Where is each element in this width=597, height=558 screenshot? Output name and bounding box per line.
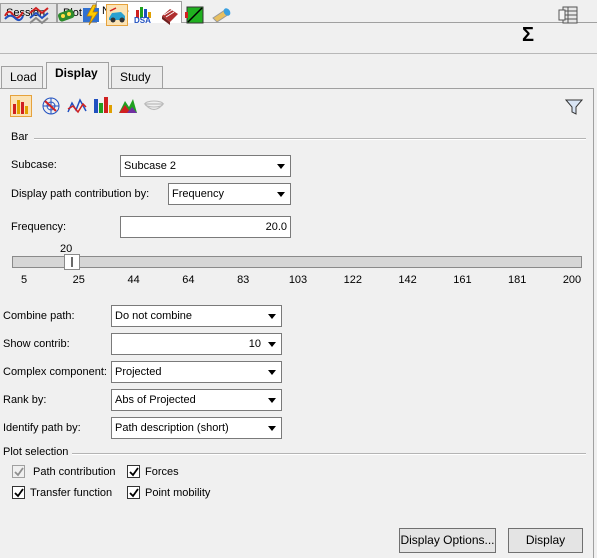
rank-by-value: Abs of Projected <box>115 394 196 406</box>
identify-path-value: Path description (short) <box>115 422 229 434</box>
slider-tick-label: 181 <box>508 274 527 286</box>
green-square-icon[interactable] <box>184 4 206 26</box>
transfer-function-checkbox[interactable] <box>12 486 25 499</box>
slider-tick-label: 25 <box>72 274 85 286</box>
table-settings-icon[interactable] <box>558 4 580 26</box>
slider-tick-label: 64 <box>182 274 195 286</box>
combine-path-value: Do not combine <box>115 310 193 322</box>
bar-section-label: Bar <box>11 131 29 143</box>
dsa-text: DSA <box>134 16 151 25</box>
chevron-down-icon <box>273 157 289 175</box>
slider-tick-label: 142 <box>398 274 417 286</box>
forces-label: Forces <box>145 466 179 478</box>
chevron-down-icon <box>264 335 280 353</box>
frequency-label: Frequency: <box>11 221 67 233</box>
slider-tick-label: 5 <box>20 274 28 286</box>
complex-component-label: Complex component: <box>3 366 107 378</box>
slider-tick-label: 200 <box>562 274 582 286</box>
display-path-select[interactable]: Frequency <box>168 183 291 205</box>
complex-component-select[interactable]: Projected <box>111 361 282 383</box>
path-contribution-checkbox[interactable] <box>12 465 25 478</box>
combine-path-label: Combine path: <box>3 310 75 322</box>
multi-curve-icon[interactable] <box>28 4 50 26</box>
tab-load[interactable]: Load <box>1 66 43 88</box>
complex-component-value: Projected <box>115 366 162 378</box>
forces-checkbox[interactable] <box>127 465 140 478</box>
identify-path-select[interactable]: Path description (short) <box>111 417 282 439</box>
point-mobility-checkbox[interactable] <box>127 486 140 499</box>
chevron-down-icon <box>264 363 280 381</box>
toolbar <box>0 23 597 54</box>
rank-by-select[interactable]: Abs of Projected <box>111 389 282 411</box>
dsa-icon[interactable]: DSA <box>133 4 155 26</box>
chevron-down-icon <box>264 391 280 409</box>
subcase-value: Subcase 2 <box>124 160 176 172</box>
display-button[interactable]: Display <box>508 528 583 553</box>
tab-display[interactable]: Display <box>46 62 109 89</box>
chevron-down-icon <box>273 185 289 203</box>
colored-bar-icon[interactable] <box>92 95 114 117</box>
polar-icon[interactable] <box>40 95 62 117</box>
lightning-icon[interactable] <box>81 4 103 26</box>
frequency-input[interactable]: 20.0 <box>120 216 291 238</box>
display-options-button[interactable]: Display Options... <box>399 528 496 553</box>
curve-icon[interactable] <box>3 4 25 26</box>
slider-tick-label: 44 <box>127 274 140 286</box>
subcase-select[interactable]: Subcase 2 <box>120 155 291 177</box>
waterfall-icon[interactable] <box>117 95 139 117</box>
bowl-icon[interactable] <box>143 95 165 117</box>
engine-icon[interactable] <box>55 4 77 26</box>
rank-by-label: Rank by: <box>3 394 47 406</box>
slider-tick-label: 122 <box>343 274 362 286</box>
identify-path-label: Identify path by: <box>3 422 81 434</box>
divider <box>72 453 586 455</box>
line-icon[interactable] <box>66 95 88 117</box>
slider-tick-label: 103 <box>288 274 308 286</box>
divider <box>34 138 586 140</box>
chevron-down-icon <box>264 419 280 437</box>
tab-load-label: Load <box>10 70 37 84</box>
filter-icon[interactable] <box>564 99 584 118</box>
car-icon[interactable] <box>106 4 128 26</box>
sigma-icon[interactable]: Σ <box>522 24 534 47</box>
display-path-value: Frequency <box>172 188 224 200</box>
slider-tick-label: 83 <box>237 274 250 286</box>
point-mobility-label: Point mobility <box>145 487 211 499</box>
show-contrib-label: Show contrib: <box>3 338 70 350</box>
display-path-label: Display path contribution by: <box>11 188 150 200</box>
block-icon[interactable] <box>159 4 181 26</box>
transfer-function-label: Transfer function <box>30 487 113 499</box>
cylinder-icon[interactable] <box>209 4 231 26</box>
path-contribution-label: Path contribution <box>33 466 116 478</box>
show-contrib-value: 10 <box>248 338 261 350</box>
frequency-slider-track[interactable] <box>12 256 582 268</box>
show-contrib-select[interactable]: 10 <box>111 333 282 355</box>
frequency-slider-thumb[interactable] <box>64 254 81 270</box>
frequency-value: 20.0 <box>265 221 287 233</box>
tab-study-label: Study <box>120 70 151 84</box>
tab-display-label: Display <box>55 66 98 80</box>
slider-tick-label: 161 <box>453 274 472 286</box>
bar-chart-icon[interactable] <box>10 95 32 117</box>
chevron-down-icon <box>264 307 280 325</box>
plot-selection-label: Plot selection <box>3 446 69 458</box>
combine-path-select[interactable]: Do not combine <box>111 305 282 327</box>
subcase-label: Subcase: <box>11 159 57 171</box>
tab-study[interactable]: Study <box>111 66 163 88</box>
